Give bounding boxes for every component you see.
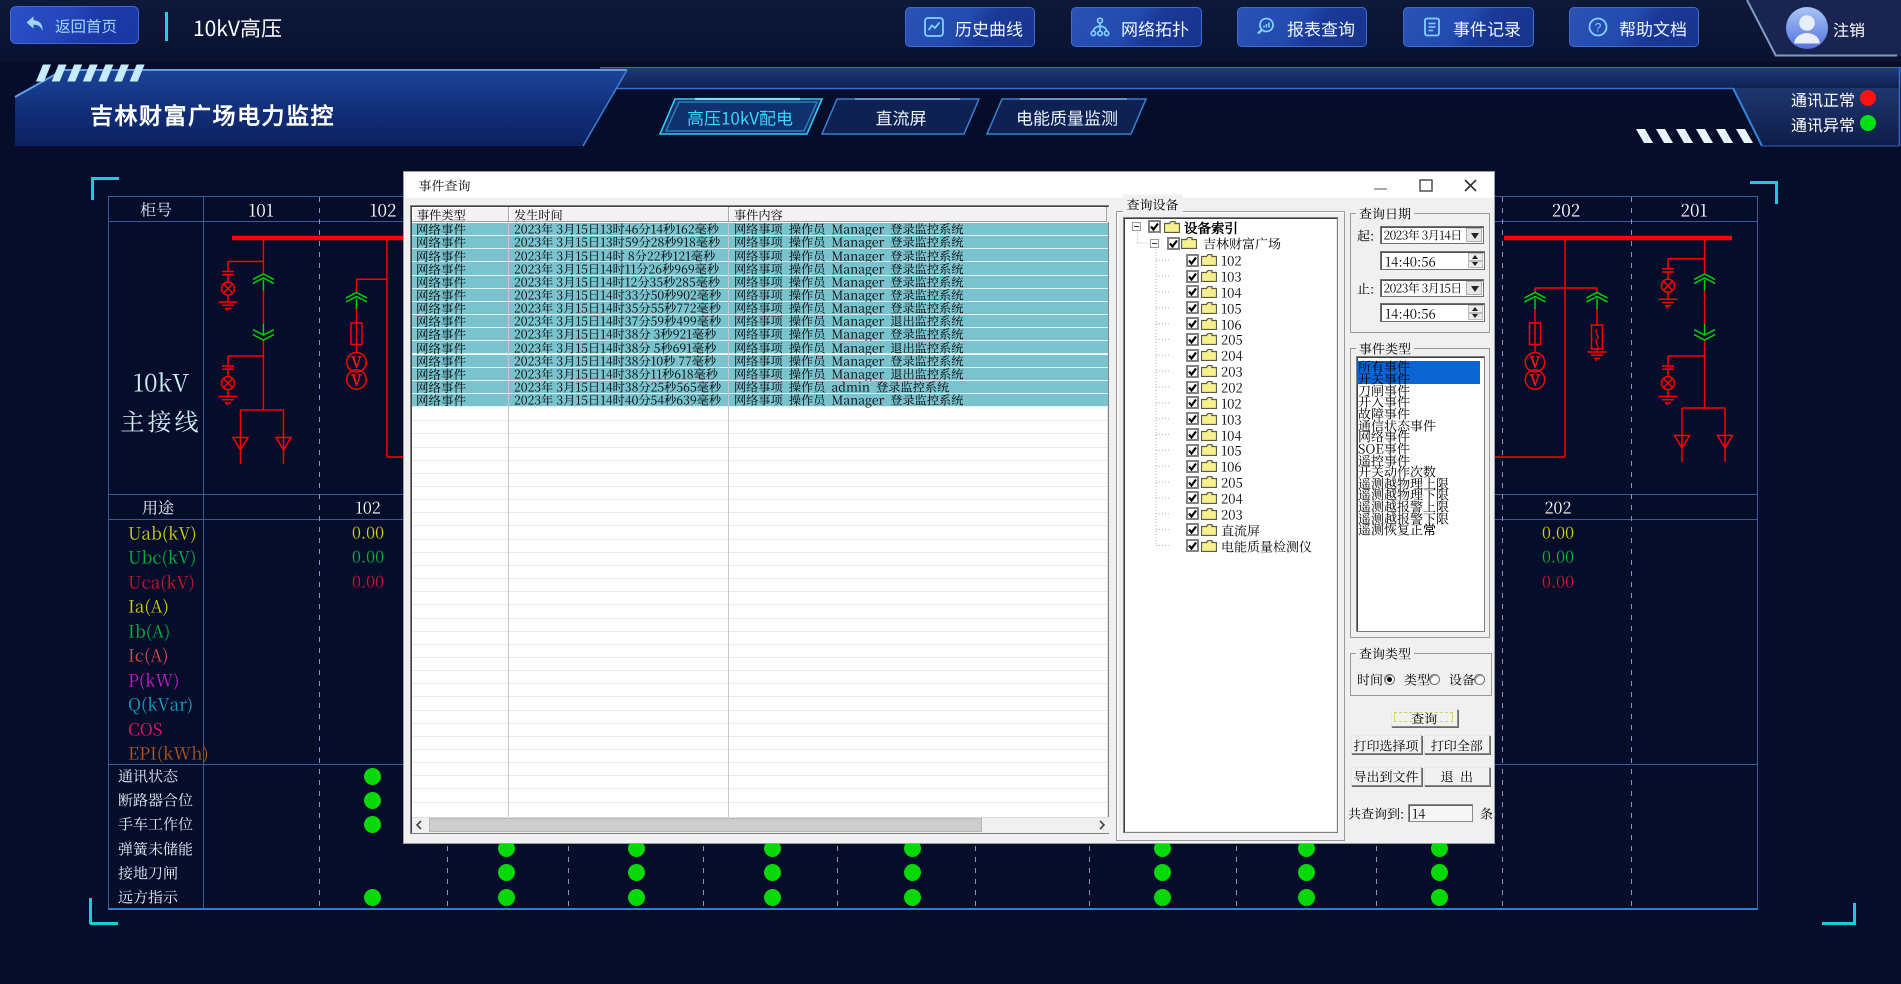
svg-text:V: V [350,370,362,391]
svg-text:V: V [1529,370,1541,391]
